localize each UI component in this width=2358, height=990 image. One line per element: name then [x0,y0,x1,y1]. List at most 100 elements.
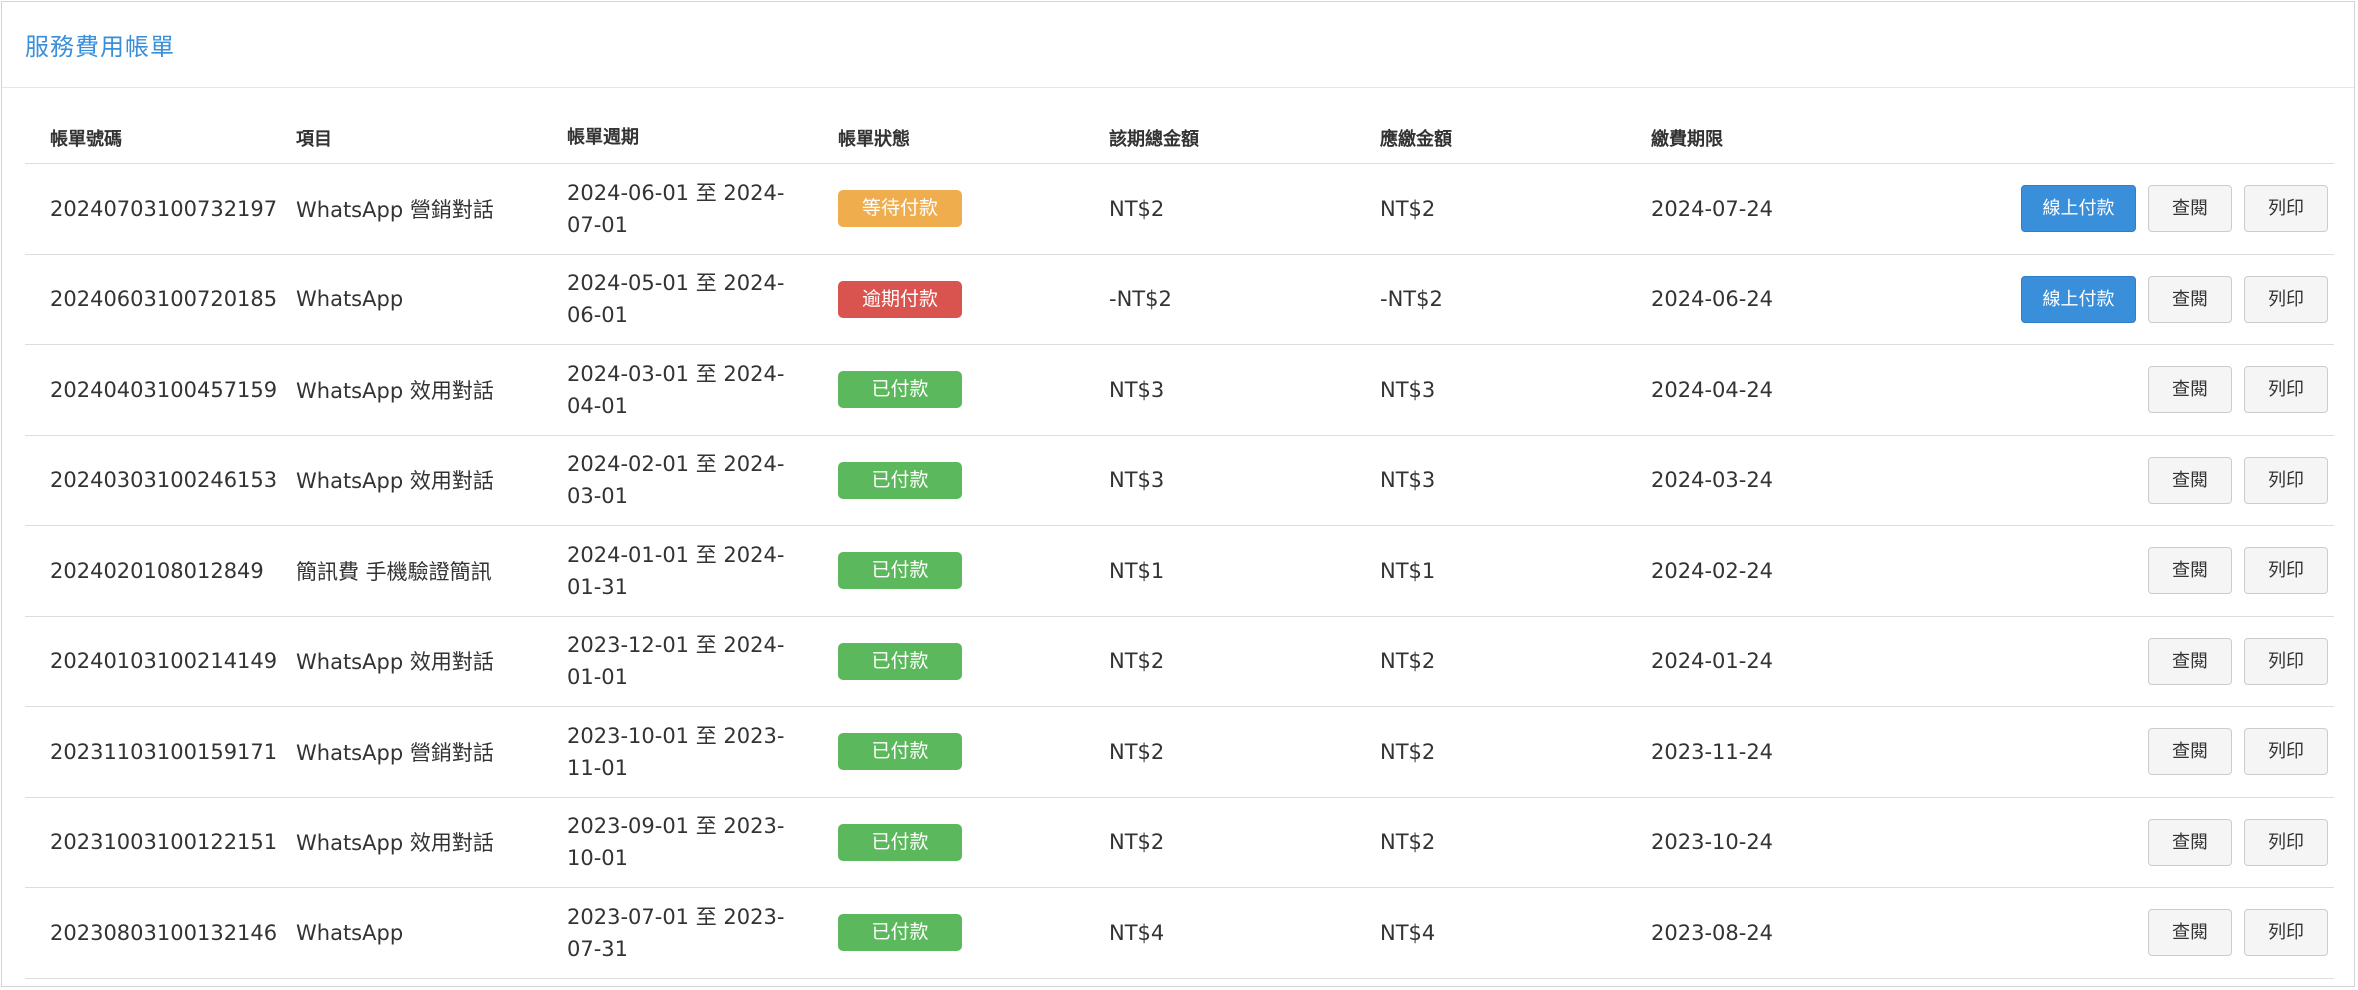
bill-amount-due: NT$3 [1380,377,1436,402]
bill-item: 簡訊費 手機驗證簡訊 [296,559,492,584]
row-actions: 查閱 列印 [1922,818,2334,866]
status-badge: 已付款 [838,461,962,499]
status-badge: 已付款 [838,642,962,680]
print-button[interactable]: 列印 [2244,909,2328,957]
bill-item: WhatsApp 效用對話 [296,650,494,675]
status-badge: 等待付款 [838,190,962,228]
table-row: 20240303100246153 WhatsApp 效用對話 2024-02-01… [25,436,2334,526]
bill-status-cell: 已付款 [838,552,1109,590]
bill-number: 20240603100720185 [50,287,278,312]
bill-total: NT$3 [1109,377,1165,402]
row-actions: 查閱 列印 [1922,547,2334,595]
bill-amount-due: NT$2 [1380,830,1436,855]
bill-status-cell: 已付款 [838,733,1109,771]
row-actions: 查閱 列印 [1922,909,2334,957]
bill-total: NT$2 [1109,739,1165,764]
bill-deadline: 2023-08-24 [1651,920,1774,945]
bill-period: 2024-02-01 至 2024-03-01 [567,452,785,509]
print-button[interactable]: 列印 [2244,547,2328,595]
bill-status-cell: 已付款 [838,461,1109,499]
bill-item: WhatsApp 效用對話 [296,469,494,494]
bill-item: WhatsApp [296,920,404,945]
bill-total: NT$2 [1109,196,1165,221]
status-badge: 已付款 [838,371,962,409]
view-button[interactable]: 查閱 [2148,637,2232,685]
bill-period: 2024-03-01 至 2024-04-01 [567,361,785,418]
print-button[interactable]: 列印 [2244,818,2328,866]
row-actions: 查閱 列印 [1922,456,2334,504]
bill-number: 20240103100214149 [50,649,278,674]
bill-status-cell: 已付款 [838,823,1109,861]
status-badge: 已付款 [838,552,962,590]
print-button[interactable]: 列印 [2244,275,2328,323]
bill-amount-due: NT$2 [1380,196,1436,221]
bill-deadline: 2023-10-24 [1651,830,1774,855]
table-row: 20240703100732197 WhatsApp 營銷對話 2024-06-01… [25,164,2334,255]
bill-total: NT$1 [1109,558,1165,583]
bill-period: 2023-10-01 至 2023-11-01 [567,723,785,780]
bill-number: 20240403100457159 [50,377,278,402]
bill-deadline: 2024-02-24 [1651,558,1774,583]
status-badge: 已付款 [838,823,962,861]
bill-deadline: 2024-01-24 [1651,649,1774,674]
status-badge: 已付款 [838,914,962,952]
row-actions: 線上付款 查閱 列印 [1922,275,2334,323]
row-actions: 查閱 列印 [1922,366,2334,414]
bill-amount-due: NT$3 [1380,468,1436,493]
bill-number: 2024020108012849 [50,558,264,583]
pay-online-button[interactable]: 線上付款 [2021,275,2136,323]
header-period: 帳單週期 [567,126,639,148]
bill-period: 2024-01-01 至 2024-01-31 [567,542,785,599]
bill-item: WhatsApp 營銷對話 [296,740,494,765]
bill-amount-due: NT$1 [1380,558,1436,583]
row-actions: 線上付款 查閱 列印 [1922,185,2334,233]
table-body: 20240703100732197 WhatsApp 營銷對話 2024-06-01… [25,164,2334,979]
bill-number: 20240303100246153 [50,468,278,493]
row-actions: 查閱 列印 [1922,637,2334,685]
panel-header: 服務費用帳單 [2,2,2354,88]
bill-status-cell: 逾期付款 [838,280,1109,318]
bill-item: WhatsApp 營銷對話 [296,197,494,222]
print-button[interactable]: 列印 [2244,366,2328,414]
bill-number: 20240703100732197 [50,196,278,221]
pay-online-button[interactable]: 線上付款 [2021,185,2136,233]
view-button[interactable]: 查閱 [2148,456,2232,504]
view-button[interactable]: 查閱 [2148,185,2232,233]
header-bill-no: 帳單號碼 [50,128,122,150]
bill-item: WhatsApp 效用對話 [296,378,494,403]
print-button[interactable]: 列印 [2244,185,2328,233]
view-button[interactable]: 查閱 [2148,909,2232,957]
view-button[interactable]: 查閱 [2148,818,2232,866]
print-button[interactable]: 列印 [2244,728,2328,776]
bill-amount-due: NT$2 [1380,649,1436,674]
table-row: 20231103100159171 WhatsApp 營銷對話 2023-10-01… [25,707,2334,798]
table-row: 20240603100720185 WhatsApp 2024-05-01 至 20… [25,255,2334,345]
view-button[interactable]: 查閱 [2148,547,2232,595]
bill-total: -NT$2 [1109,287,1172,312]
table-row: 2024020108012849 簡訊費 手機驗證簡訊 2024-01-01 至 2… [25,526,2334,617]
bill-total: NT$2 [1109,830,1165,855]
bill-number: 20230803100132146 [50,920,278,945]
view-button[interactable]: 查閱 [2148,275,2232,323]
table-header: 帳單號碼 項目 帳單週期 帳單狀態 該期總金額 應繳金額 繳費期限 [25,112,2334,164]
bill-deadline: 2024-04-24 [1651,377,1774,402]
header-deadline: 繳費期限 [1651,128,1723,150]
billing-table: 帳單號碼 項目 帳單週期 帳單狀態 該期總金額 應繳金額 繳費期限 202407… [25,112,2334,979]
bill-item: WhatsApp 效用對話 [296,831,494,856]
bill-period: 2023-12-01 至 2024-01-01 [567,633,785,690]
print-button[interactable]: 列印 [2244,456,2328,504]
bill-item: WhatsApp [296,287,404,312]
table-row: 20240103100214149 WhatsApp 效用對話 2023-12-01… [25,617,2334,707]
bill-period: 2024-06-01 至 2024-07-01 [567,180,785,237]
bill-period: 2023-07-01 至 2023-07-31 [567,904,785,961]
table-row: 20240403100457159 WhatsApp 效用對話 2024-03-01… [25,345,2334,436]
print-button[interactable]: 列印 [2244,637,2328,685]
bill-deadline: 2024-06-24 [1651,287,1774,312]
view-button[interactable]: 查閱 [2148,366,2232,414]
bill-deadline: 2024-07-24 [1651,196,1774,221]
bill-amount-due: NT$2 [1380,739,1436,764]
view-button[interactable]: 查閱 [2148,728,2232,776]
bill-number: 20231003100122151 [50,830,278,855]
header-total: 該期總金額 [1109,128,1199,150]
bill-status-cell: 已付款 [838,642,1109,680]
